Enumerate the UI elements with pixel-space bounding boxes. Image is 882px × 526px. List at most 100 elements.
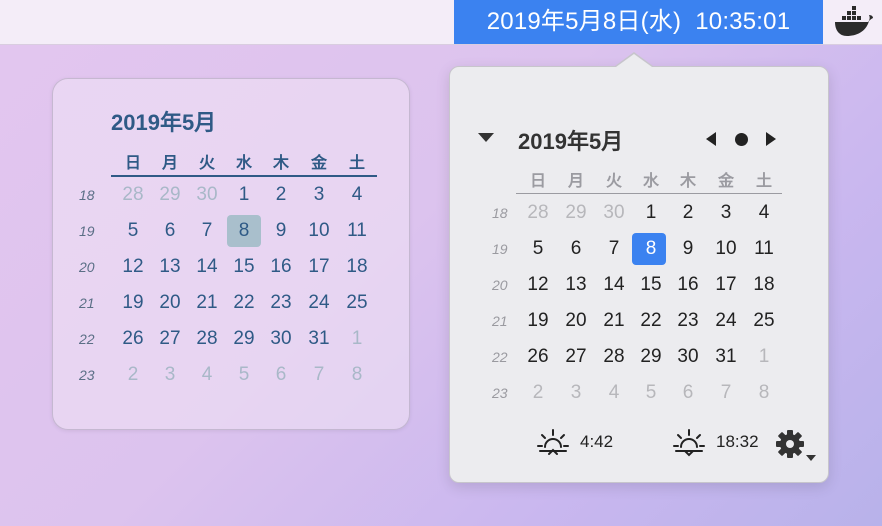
day-cell[interactable]: 20 <box>152 285 188 321</box>
gear-icon[interactable] <box>774 427 822 463</box>
day-cell[interactable]: 3 <box>558 375 594 411</box>
day-cell[interactable]: 25 <box>339 285 375 321</box>
day-cell[interactable]: 3 <box>301 177 337 213</box>
menubar-clock[interactable]: 2019年5月8日(水) 10:35:01 <box>454 0 823 44</box>
day-cell[interactable]: 25 <box>746 303 782 339</box>
day-cell[interactable]: 29 <box>558 195 594 231</box>
day-cell[interactable]: 30 <box>189 177 225 213</box>
week-number: 22 <box>79 331 95 347</box>
day-cell[interactable]: 30 <box>263 321 299 357</box>
day-cell[interactable]: 1 <box>226 177 262 213</box>
day-cell[interactable]: 6 <box>152 213 188 249</box>
day-cell[interactable]: 17 <box>301 249 337 285</box>
day-cell[interactable]: 24 <box>301 285 337 321</box>
day-cell[interactable]: 28 <box>596 339 632 375</box>
weekday-header: 木 <box>679 173 696 190</box>
sunrise-info: 4:42 <box>536 427 613 457</box>
day-cell[interactable]: 16 <box>263 249 299 285</box>
day-cell[interactable]: 12 <box>520 267 556 303</box>
day-cell[interactable]: 11 <box>339 213 375 249</box>
day-cell[interactable]: 14 <box>596 267 632 303</box>
day-cell[interactable]: 15 <box>633 267 669 303</box>
day-cell[interactable]: 5 <box>226 357 262 393</box>
day-cell[interactable]: 31 <box>708 339 744 375</box>
day-cell[interactable]: 26 <box>520 339 556 375</box>
day-cell[interactable]: 3 <box>708 195 744 231</box>
day-cell[interactable]: 11 <box>746 231 782 267</box>
day-cell[interactable]: 30 <box>596 195 632 231</box>
day-cell[interactable]: 9 <box>263 213 299 249</box>
day-cell[interactable]: 7 <box>596 231 632 267</box>
day-cell[interactable]: 27 <box>558 339 594 375</box>
popover-arrow <box>616 54 652 67</box>
day-cell[interactable]: 21 <box>189 285 225 321</box>
day-cell[interactable]: 20 <box>558 303 594 339</box>
day-cell[interactable]: 5 <box>633 375 669 411</box>
menubar-time: 10:35:01 <box>695 8 791 35</box>
day-cell[interactable]: 29 <box>633 339 669 375</box>
day-cell[interactable]: 22 <box>633 303 669 339</box>
day-cell[interactable]: 5 <box>520 231 556 267</box>
day-cell[interactable]: 6 <box>263 357 299 393</box>
day-cell[interactable]: 1 <box>746 339 782 375</box>
day-cell[interactable]: 4 <box>339 177 375 213</box>
day-cell[interactable]: 31 <box>301 321 337 357</box>
weekday-divider <box>516 193 782 194</box>
day-cell[interactable]: 27 <box>152 321 188 357</box>
day-cell[interactable]: 10 <box>708 231 744 267</box>
day-cell[interactable]: 7 <box>301 357 337 393</box>
day-cell[interactable]: 12 <box>115 249 151 285</box>
day-cell[interactable]: 28 <box>189 321 225 357</box>
day-cell[interactable]: 19 <box>115 285 151 321</box>
day-cell[interactable]: 13 <box>152 249 188 285</box>
weekday-header: 日 <box>529 173 546 190</box>
day-cell-today[interactable]: 8 <box>226 213 262 249</box>
day-cell[interactable]: 7 <box>189 213 225 249</box>
day-cell[interactable]: 6 <box>670 375 706 411</box>
day-cell[interactable]: 1 <box>633 195 669 231</box>
day-cell[interactable]: 10 <box>301 213 337 249</box>
day-cell-today[interactable]: 8 <box>633 231 669 267</box>
weekday-header: 金 <box>310 155 327 172</box>
day-cell[interactable]: 1 <box>339 321 375 357</box>
day-cell[interactable]: 26 <box>115 321 151 357</box>
day-cell[interactable]: 23 <box>670 303 706 339</box>
day-cell[interactable]: 4 <box>189 357 225 393</box>
day-cell[interactable]: 5 <box>115 213 151 249</box>
day-cell[interactable]: 2 <box>115 357 151 393</box>
day-cell[interactable]: 8 <box>339 357 375 393</box>
day-cell[interactable]: 23 <box>263 285 299 321</box>
day-cell[interactable]: 9 <box>670 231 706 267</box>
day-cell[interactable]: 2 <box>520 375 556 411</box>
day-cell[interactable]: 30 <box>670 339 706 375</box>
day-cell[interactable]: 18 <box>746 267 782 303</box>
day-cell[interactable]: 4 <box>746 195 782 231</box>
day-cell[interactable]: 14 <box>189 249 225 285</box>
day-cell[interactable]: 22 <box>226 285 262 321</box>
day-cell[interactable]: 19 <box>520 303 556 339</box>
day-cell[interactable]: 4 <box>596 375 632 411</box>
sunrise-time: 4:42 <box>580 432 614 451</box>
day-cell[interactable]: 13 <box>558 267 594 303</box>
day-cell[interactable]: 3 <box>152 357 188 393</box>
day-cell[interactable]: 7 <box>708 375 744 411</box>
week-number: 18 <box>492 205 508 221</box>
day-cell[interactable]: 6 <box>558 231 594 267</box>
day-cell[interactable]: 2 <box>263 177 299 213</box>
weekday-header: 土 <box>348 155 365 172</box>
day-cell[interactable]: 29 <box>226 321 262 357</box>
day-cell[interactable]: 8 <box>746 375 782 411</box>
day-cell[interactable]: 28 <box>520 195 556 231</box>
day-cell[interactable]: 17 <box>708 267 744 303</box>
menubar-date: 2019年5月8日(水) <box>486 8 682 35</box>
day-cell[interactable]: 18 <box>339 249 375 285</box>
week-number: 23 <box>79 367 95 383</box>
day-cell[interactable]: 15 <box>226 249 262 285</box>
day-cell[interactable]: 29 <box>152 177 188 213</box>
day-cell[interactable]: 28 <box>115 177 151 213</box>
day-cell[interactable]: 21 <box>596 303 632 339</box>
docker-whale-icon[interactable] <box>832 6 874 38</box>
day-cell[interactable]: 24 <box>708 303 744 339</box>
day-cell[interactable]: 2 <box>670 195 706 231</box>
day-cell[interactable]: 16 <box>670 267 706 303</box>
